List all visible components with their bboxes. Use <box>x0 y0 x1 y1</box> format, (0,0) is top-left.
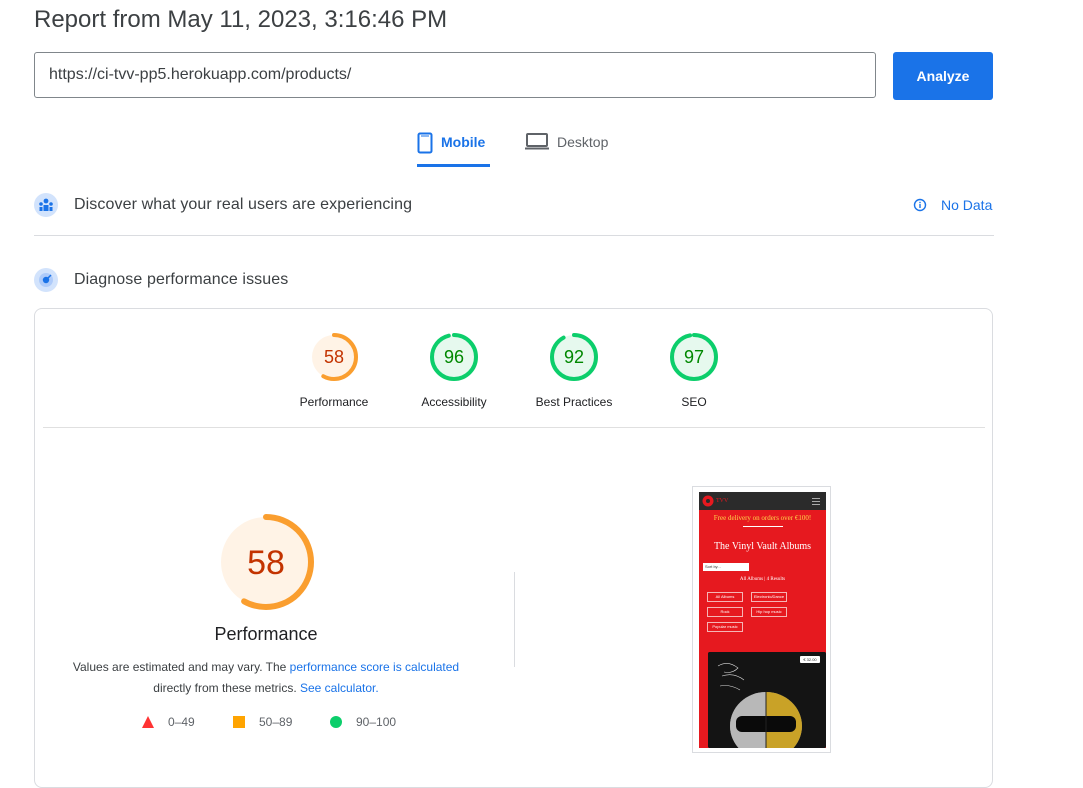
vertical-separator <box>514 572 515 667</box>
gauge-score: 96 <box>444 347 464 367</box>
screenshot-heading: The Vinyl Vault Albums <box>713 541 812 552</box>
gauge-score: 92 <box>564 347 584 367</box>
legend-fail-range: 0–49 <box>168 715 195 729</box>
screenshot-rule <box>743 526 783 527</box>
main-gauge-label: Performance <box>214 624 318 644</box>
field-data-heading: Discover what your real users are experi… <box>74 196 413 213</box>
users-icon <box>34 193 58 217</box>
field-data-header: Discover what your real users are experi… <box>34 193 412 217</box>
hamburger-icon <box>812 498 820 505</box>
green-circle-icon <box>330 716 342 728</box>
gauge-performance-label: Performance <box>299 395 369 409</box>
gauge-score: 58 <box>324 347 344 367</box>
screenshot-banner: Free delivery on orders over €100! <box>713 514 812 522</box>
card-divider <box>43 427 985 428</box>
gauge-accessibility-label: Accessibility <box>421 395 487 409</box>
screenshot-filter: Electronic/Dance <box>751 592 787 602</box>
screenshot-filter: Hip hop music <box>751 607 787 617</box>
screenshot-album-card: € 32.00 <box>708 652 826 748</box>
gauge-best-practices-ring: 92 <box>550 333 598 381</box>
screenshot-filter: Popular music <box>707 622 743 632</box>
gauge-performance[interactable]: 58 Performance <box>274 332 394 409</box>
score-description: Values are estimated and may vary. The p… <box>66 657 466 699</box>
screenshot-filter: All Albums <box>707 592 743 602</box>
screenshot-sort-select: Sort by... <box>703 563 749 571</box>
url-input[interactable] <box>34 52 876 98</box>
screenshot-navbar: TVV <box>699 492 826 510</box>
gauge-seo-ring: 97 <box>670 333 718 381</box>
legend-fail: 0–49 <box>142 715 195 729</box>
no-data-indicator[interactable]: No Data <box>913 197 992 213</box>
tab-desktop-label: Desktop <box>557 134 609 150</box>
gauge-accessibility[interactable]: 96 Accessibility <box>394 332 514 409</box>
screenshot-filter: Rock <box>707 607 743 617</box>
screenshot-content: TVV Free delivery on orders over €100! T… <box>699 492 826 748</box>
lab-data-heading: Diagnose performance issues <box>74 271 289 288</box>
no-data-label: No Data <box>941 197 993 213</box>
desktop-icon <box>525 132 549 153</box>
screenshot-sort-placeholder: Sort by... <box>705 564 721 569</box>
lab-data-header: Diagnose performance issues <box>34 268 288 292</box>
tab-active-indicator <box>417 164 490 167</box>
gauge-seo-label: SEO <box>681 395 707 409</box>
screenshot-logo-text: TVV <box>716 498 729 504</box>
gauge-score: 97 <box>684 347 704 367</box>
tab-desktop[interactable]: Desktop <box>525 128 608 166</box>
page-screenshot: TVV Free delivery on orders over €100! T… <box>692 486 831 753</box>
gauge-best-practices-label: Best Practices <box>535 395 613 409</box>
main-performance-gauge: 58 <box>218 514 314 610</box>
tab-mobile-label: Mobile <box>441 134 486 150</box>
tab-mobile[interactable]: Mobile <box>417 128 485 166</box>
description-prefix: Values are estimated and may vary. The <box>72 660 290 674</box>
legend-pass: 90–100 <box>330 715 396 729</box>
section-divider <box>34 235 994 236</box>
gauge-accessibility-ring: 96 <box>430 333 478 381</box>
report-title: Report from May 11, 2023, 3:16:46 PM <box>34 6 448 33</box>
diagnose-icon <box>34 268 58 292</box>
see-calculator-link[interactable]: See calculator. <box>300 681 379 695</box>
gauge-performance-ring: 58 <box>310 333 358 381</box>
orange-square-icon <box>233 716 245 728</box>
main-gauge-score: 58 <box>247 544 285 582</box>
description-middle: directly from these metrics. <box>153 681 300 695</box>
info-icon <box>913 198 927 212</box>
screenshot-result-count: All Albums | 4 Results <box>739 577 786 582</box>
vinyl-logo-icon <box>702 495 714 507</box>
score-calculated-link[interactable]: performance score is calculated <box>290 660 459 674</box>
gauge-seo[interactable]: 97 SEO <box>634 332 754 409</box>
gauge-best-practices[interactable]: 92 Best Practices <box>514 332 634 409</box>
legend-average: 50–89 <box>233 715 292 729</box>
album-art-image <box>708 652 826 748</box>
red-triangle-icon <box>142 716 154 728</box>
legend-average-range: 50–89 <box>259 715 293 729</box>
analyze-button[interactable]: Analyze <box>893 52 993 100</box>
screenshot-price-tag: € 32.00 <box>800 656 820 663</box>
legend-pass-range: 90–100 <box>356 715 397 729</box>
mobile-icon <box>417 132 433 157</box>
